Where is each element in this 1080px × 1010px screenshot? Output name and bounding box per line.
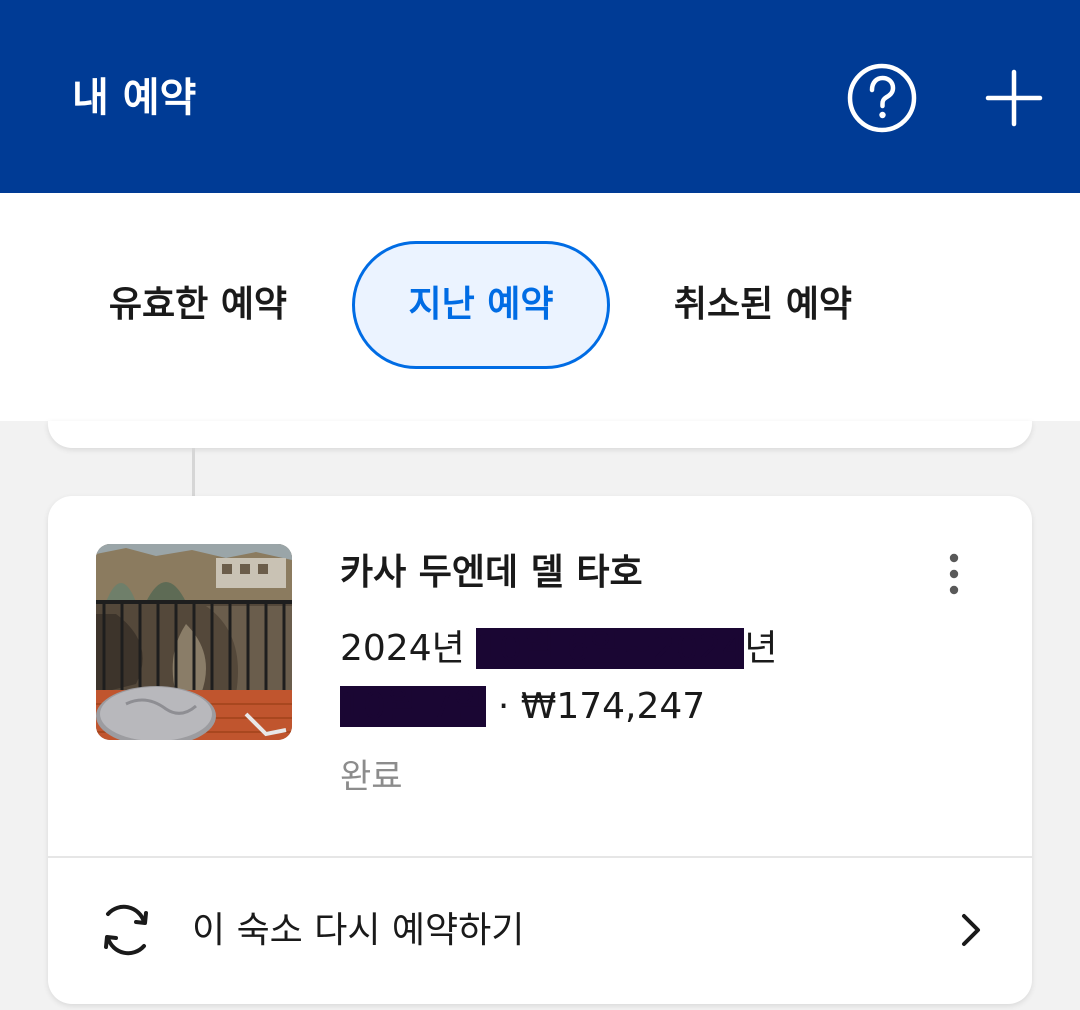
redacted-end-date: 10월 7일 <box>340 686 487 727</box>
rebook-icon-wrap <box>96 900 156 960</box>
app-bar: 내 예약 <box>0 0 1080 193</box>
booking-status: 완료 <box>340 757 403 797</box>
booking-dates-line1: 2024년 10월 6일~2024년 <box>340 624 778 674</box>
hotel-name: 카사 두엔데 델 타호 <box>340 552 643 593</box>
help-circle-icon <box>847 63 917 133</box>
chevron-wrap <box>958 912 984 948</box>
tab-past-bookings[interactable]: 지난 예약 <box>352 241 610 369</box>
dates-prefix: 2024년 <box>340 628 477 669</box>
add-booking-button[interactable] <box>984 68 1044 128</box>
help-button[interactable] <box>846 62 918 134</box>
refresh-icon <box>104 904 148 956</box>
hotel-terrace-photo <box>96 544 292 740</box>
booking-card[interactable]: 카사 두엔데 델 타호 2024년 10월 6일~2024년 10월 7일 · … <box>48 496 1032 1004</box>
plus-icon <box>985 69 1043 127</box>
tab-active-bookings[interactable]: 유효한 예약 <box>88 241 308 369</box>
booking-price: · ₩174,247 <box>486 686 706 727</box>
rebook-label: 이 숙소 다시 예약하기 <box>192 910 525 951</box>
hotel-thumbnail <box>96 544 292 740</box>
booking-tabs: 유효한 예약 지난 예약 취소된 예약 <box>0 193 1080 421</box>
tab-cancelled-bookings[interactable]: 취소된 예약 <box>650 241 876 369</box>
page-title: 내 예약 <box>72 75 197 121</box>
redacted-dates: 10월 6일~2024 <box>476 628 745 669</box>
previous-booking-card[interactable] <box>48 421 1032 448</box>
more-vertical-icon <box>949 553 959 595</box>
booking-dates-line2: 10월 7일 · ₩174,247 <box>340 682 705 732</box>
rebook-button[interactable]: 이 숙소 다시 예약하기 <box>48 858 1032 1004</box>
dates-suffix: 년 <box>744 628 778 669</box>
more-options-button[interactable] <box>938 552 970 596</box>
chevron-right-icon <box>962 914 980 946</box>
timeline-connector <box>192 448 195 496</box>
